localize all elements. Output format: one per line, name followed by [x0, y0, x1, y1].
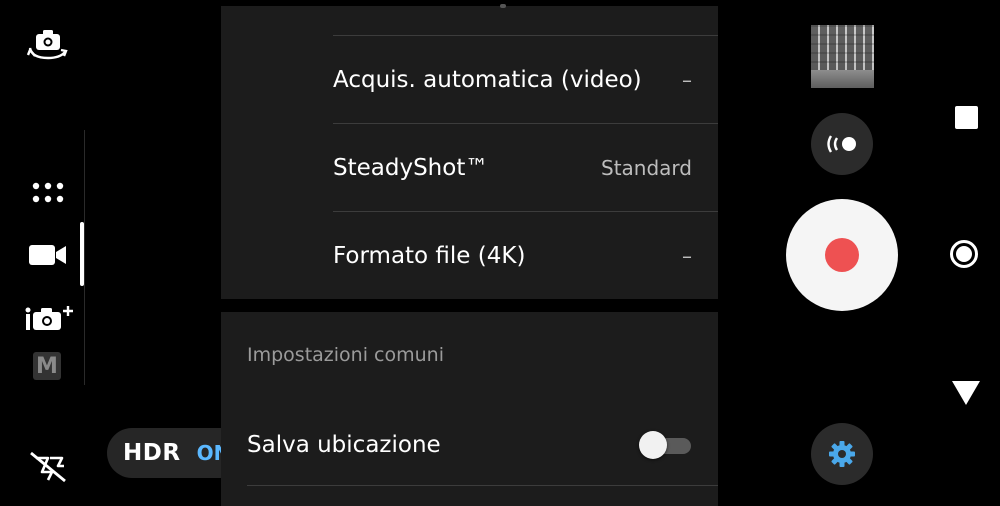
record-dot [825, 238, 859, 272]
setting-label: Salva ubicazione [247, 432, 441, 458]
settings-gear-icon [829, 441, 855, 467]
steadyshot-effect-icon [827, 135, 856, 153]
apps-grid-icon[interactable] [30, 181, 66, 205]
intelligent-auto-plus-icon[interactable] [24, 304, 74, 332]
setting-label: Formato file (4K) [333, 243, 526, 269]
setting-value: Standard [601, 156, 692, 180]
video-settings-panel: Acquis. automatica (video) – SteadyShot™… [221, 4, 718, 300]
setting-row-save-location[interactable]: Salva ubicazione [247, 404, 718, 486]
home-circle-icon[interactable] [950, 240, 978, 268]
active-mode-indicator [80, 222, 84, 286]
back-triangle-icon[interactable] [952, 381, 980, 405]
setting-row-file-format[interactable]: Formato file (4K) – [333, 212, 718, 300]
setting-row-steadyshot[interactable]: SteadyShot™ Standard [333, 124, 718, 212]
recents-square-icon[interactable] [955, 106, 978, 129]
gallery-thumbnail[interactable] [811, 25, 874, 88]
setting-row-auto-capture[interactable]: Acquis. automatica (video) – [333, 36, 718, 124]
record-button[interactable] [786, 199, 898, 311]
row-divider [247, 485, 718, 486]
setting-value: – [682, 244, 692, 268]
settings-button[interactable] [811, 423, 873, 485]
thumbnail-image [811, 25, 874, 70]
flash-off-icon[interactable] [28, 450, 68, 484]
rail-divider [84, 130, 85, 385]
common-settings-panel: Impostazioni comuni Salva ubicazione [221, 312, 718, 506]
manual-mode-icon[interactable]: M [33, 352, 61, 380]
switch-camera-icon[interactable] [26, 26, 70, 62]
video-mode-icon[interactable] [28, 243, 68, 267]
setting-value: – [682, 68, 692, 92]
save-location-toggle[interactable] [639, 431, 692, 459]
hdr-label: HDR [123, 440, 181, 466]
steadyshot-effect-button[interactable] [811, 113, 873, 175]
section-title: Impostazioni comuni [247, 344, 444, 366]
scroll-hint [500, 4, 506, 8]
thumbnail-image-lower [811, 70, 874, 88]
toggle-thumb [639, 431, 667, 459]
home-circle-inner [956, 246, 972, 262]
setting-label: SteadyShot™ [333, 155, 489, 181]
setting-label: Acquis. automatica (video) [333, 67, 642, 93]
